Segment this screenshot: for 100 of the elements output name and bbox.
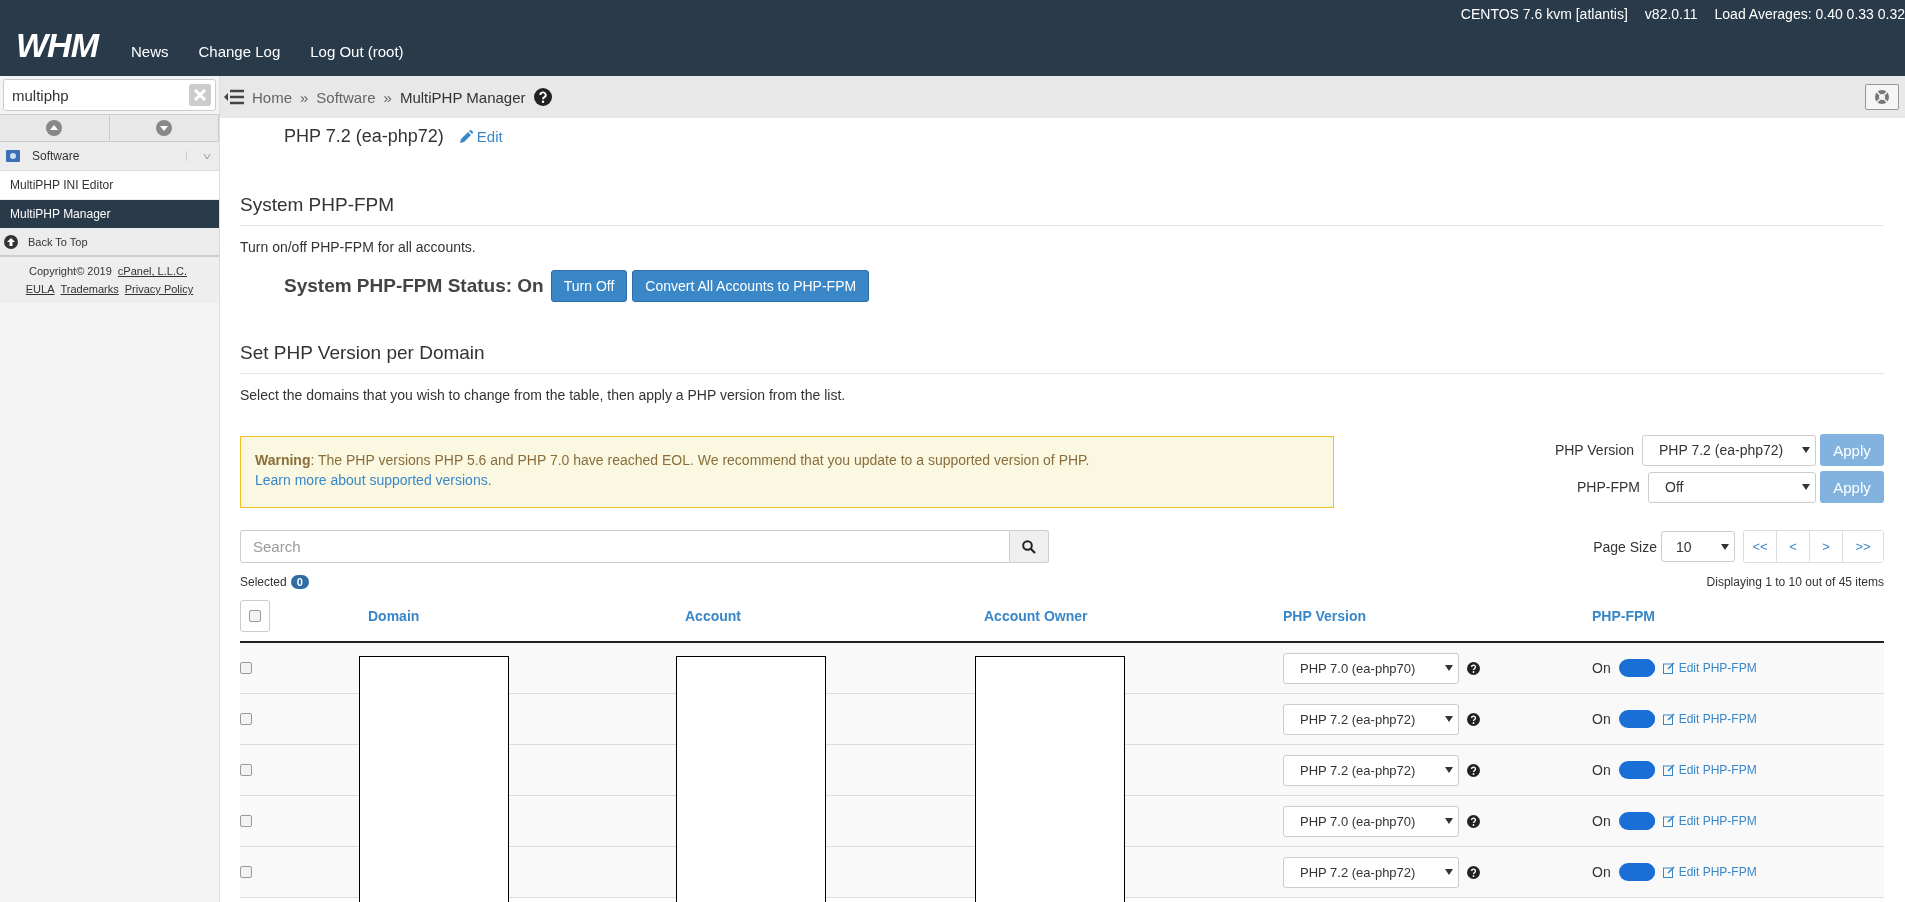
column-header[interactable]: PHP-FPM: [1592, 608, 1655, 624]
edit-fpm-link[interactable]: Edit PHP-FPM: [1662, 814, 1757, 828]
expand-down-icon[interactable]: [155, 120, 172, 136]
column-header[interactable]: Domain: [368, 608, 420, 624]
breadcrumb-item[interactable]: Software: [316, 88, 376, 106]
section-description: Turn on/off PHP-FPM for all accounts.: [240, 239, 477, 255]
php-version-dropdown[interactable]: PHP 7.0 (ea-php70): [1283, 805, 1459, 837]
sidebar-search-field[interactable]: multiphp: [3, 79, 216, 111]
edit-icon: [1662, 815, 1675, 827]
section-heading: Set PHP Version per Domain: [240, 342, 1884, 374]
server-info: v82.0.11: [1644, 6, 1698, 22]
edit-fpm-link[interactable]: Edit PHP-FPM: [1662, 661, 1757, 675]
warning-message: Warning: The PHP versions PHP 5.6 and PHP 7.0 have reached EOL. We recommend that you update to a supported version of PHP. Learn more about supported versions.: [240, 436, 1334, 508]
selected-label: Selected: [240, 575, 287, 589]
column-header[interactable]: Account Owner: [984, 608, 1088, 624]
breadcrumb-item[interactable]: Home: [252, 88, 292, 106]
logo[interactable]: WHM: [16, 28, 98, 62]
php-version-dropdown[interactable]: PHP 7.2 (ea-php72): [1283, 856, 1459, 888]
sidebar-item[interactable]: MultiPHP INI Editor: [0, 171, 219, 200]
footer-link[interactable]: Privacy Policy: [124, 283, 194, 295]
help-icon[interactable]: [1467, 712, 1480, 726]
caret-icon: [1445, 818, 1453, 824]
dropdown[interactable]: PHP 7.2 (ea-php72): [1642, 434, 1816, 466]
close-button[interactable]: [1865, 84, 1899, 110]
fpm-state-label: On: [1592, 762, 1611, 778]
caret-icon: [1445, 869, 1453, 875]
breadcrumb-separator: »: [300, 88, 309, 106]
php-version-dropdown[interactable]: PHP 7.2 (ea-php72): [1283, 754, 1459, 786]
edit-icon: [1662, 764, 1675, 776]
row-checkbox[interactable]: [240, 662, 252, 674]
help-icon[interactable]: [1467, 865, 1480, 879]
search-field[interactable]: Search: [240, 530, 1010, 563]
server-info: Load Averages: 0.40 0.33 0.32: [1714, 6, 1905, 22]
caret-icon: [1445, 665, 1453, 671]
column-header[interactable]: Account: [685, 608, 741, 624]
company-link[interactable]: cPanel, L.L.C.: [117, 265, 187, 277]
pager-button[interactable]: <<: [1744, 531, 1777, 562]
dropdown[interactable]: Off: [1648, 471, 1816, 503]
toggle-switch[interactable]: [1618, 710, 1655, 728]
pencil-icon: [459, 129, 473, 143]
help-icon[interactable]: [533, 88, 552, 106]
row-checkbox[interactable]: [240, 866, 252, 878]
fpm-state-label: On: [1592, 711, 1611, 727]
menu-collapse-icon[interactable]: [224, 89, 244, 105]
learn-more-link[interactable]: Learn more about supported versions: [255, 472, 488, 488]
edit-icon: [1662, 662, 1675, 674]
back-to-top-link[interactable]: Back To Top: [0, 229, 219, 257]
page-size-label: Page Size: [1593, 538, 1657, 555]
select-all-checkbox[interactable]: [249, 610, 261, 622]
edit-fpm-link[interactable]: Edit PHP-FPM: [1662, 712, 1757, 726]
fpm-state-label: On: [1592, 813, 1611, 829]
row-checkbox[interactable]: [240, 764, 252, 776]
control-label: PHP Version: [1554, 442, 1634, 458]
displaying-text: Displaying 1 to 10 out of 45 items: [1706, 575, 1884, 589]
software-icon: [6, 150, 20, 162]
action-button[interactable]: Convert All Accounts to PHP-FPM: [632, 270, 870, 302]
server-info: CENTOS 7.6 kvm [atlantis]: [1460, 6, 1628, 22]
lifebuoy-icon: [1874, 89, 1890, 105]
control-label: PHP-FPM: [1577, 479, 1640, 495]
selected-count: 0: [290, 575, 309, 589]
select-all-button[interactable]: [240, 600, 270, 632]
column-header[interactable]: PHP Version: [1283, 608, 1366, 624]
toggle-switch[interactable]: [1618, 761, 1655, 779]
copyright-text: Copyright© 2019: [29, 265, 112, 277]
edit-icon: [1662, 713, 1675, 725]
collapse-up-icon[interactable]: [46, 120, 63, 136]
php-version-dropdown[interactable]: PHP 7.0 (ea-php70): [1283, 652, 1459, 684]
row-checkbox[interactable]: [240, 815, 252, 827]
category-header[interactable]: Software: [0, 142, 219, 171]
toggle-switch[interactable]: [1618, 812, 1655, 830]
edit-link[interactable]: Edit: [459, 127, 503, 145]
sidebar-item[interactable]: MultiPHP Manager: [0, 200, 219, 229]
php-version-dropdown[interactable]: PHP 7.2 (ea-php72): [1283, 703, 1459, 735]
toggle-switch[interactable]: [1618, 863, 1655, 881]
nav-link[interactable]: News: [130, 43, 169, 60]
section-heading: System PHP-FPM: [240, 194, 1884, 226]
nav-link[interactable]: Log Out (root): [310, 43, 404, 60]
search-icon: [1022, 539, 1036, 554]
toggle-switch[interactable]: [1618, 659, 1655, 677]
nav-link[interactable]: Change Log: [198, 43, 281, 60]
edit-fpm-link[interactable]: Edit PHP-FPM: [1662, 763, 1757, 777]
caret-icon: [1802, 484, 1810, 490]
help-icon[interactable]: [1467, 814, 1480, 828]
help-icon[interactable]: [1467, 661, 1480, 675]
footer-link[interactable]: Trademarks: [60, 283, 119, 295]
breadcrumb-item[interactable]: MultiPHP Manager: [399, 88, 526, 106]
fpm-status: System PHP-FPM Status: On: [284, 275, 544, 297]
row-checkbox[interactable]: [240, 713, 252, 725]
edit-fpm-link[interactable]: Edit PHP-FPM: [1662, 865, 1757, 879]
action-button[interactable]: Turn Off: [550, 270, 628, 302]
page-size-dropdown[interactable]: 10: [1661, 531, 1735, 562]
search-button[interactable]: [1010, 530, 1049, 563]
caret-icon: [1445, 716, 1453, 722]
breadcrumb-separator: »: [383, 88, 392, 106]
default-php-version: PHP 7.2 (ea-php72): [284, 125, 444, 147]
caret-icon: [1721, 543, 1729, 550]
section-description: Select the domains that you wish to change from the table, then apply a PHP version from the list.: [240, 387, 847, 403]
footer-link[interactable]: EULA: [25, 283, 55, 295]
help-icon[interactable]: [1467, 763, 1480, 777]
caret-icon: [1802, 447, 1810, 453]
